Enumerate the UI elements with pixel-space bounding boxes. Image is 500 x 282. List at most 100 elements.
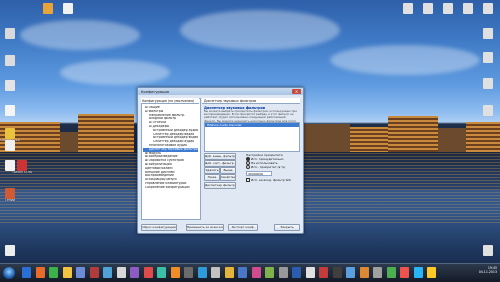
desktop-shortcut-icon[interactable] xyxy=(0,80,20,91)
list-item[interactable]: ffdshow Audio Decoder xyxy=(205,123,299,127)
desktop-shortcut-icon[interactable] xyxy=(58,3,78,14)
shortcut-glyph-icon xyxy=(5,128,15,139)
taskbar-app-icon[interactable] xyxy=(346,267,355,278)
priority-value-field[interactable]: 40000000 xyxy=(246,171,272,176)
taskbar-app-icon[interactable] xyxy=(278,267,288,278)
taskbar-app-icon[interactable] xyxy=(143,267,153,278)
shortcut-glyph-icon xyxy=(5,105,15,116)
taskbar-app-icon[interactable] xyxy=(224,267,234,278)
taskbar-app-icon[interactable] xyxy=(22,267,31,278)
taskbar-app-icon[interactable] xyxy=(184,267,193,278)
cloud xyxy=(330,45,480,75)
shortcut-glyph-icon xyxy=(5,55,15,66)
desktop-shortcut-icon[interactable] xyxy=(398,3,418,14)
desktop-shortcut-icon[interactable]: TAMUS CORAZO... xyxy=(12,160,32,175)
close-icon[interactable]: ✕ xyxy=(292,89,301,94)
move-up-button[interactable]: Выше xyxy=(220,167,236,174)
taskbar-app-icon[interactable] xyxy=(292,267,301,278)
taskbar-app-icon[interactable] xyxy=(49,267,58,278)
shortcut-glyph-icon xyxy=(483,78,493,89)
desktop-shortcut-icon[interactable] xyxy=(0,55,20,66)
taskbar-app-icon[interactable] xyxy=(413,267,423,278)
shortcut-glyph-icon xyxy=(463,3,473,14)
delete-button[interactable]: Удалить xyxy=(204,167,220,174)
taskbar: 19:45 04.11.2013 xyxy=(0,263,500,282)
shortcut-glyph-icon xyxy=(483,52,493,63)
desktop-shortcut-icon[interactable] xyxy=(38,3,58,14)
taskbar-app-icon[interactable] xyxy=(400,267,409,278)
radio-icon xyxy=(246,165,250,169)
move-down-button[interactable]: Ниже xyxy=(204,174,220,181)
building xyxy=(350,127,390,152)
taskbar-app-icon[interactable] xyxy=(265,267,274,278)
desktop-shortcut-icon[interactable] xyxy=(0,245,20,256)
shortcut-glyph-icon xyxy=(17,160,27,171)
shortcut-glyph-icon xyxy=(63,3,73,14)
taskbar-app-icon[interactable] xyxy=(305,267,315,278)
desktop-shortcut-icon[interactable] xyxy=(478,105,498,116)
desktop-shortcut-icon[interactable] xyxy=(418,3,438,14)
taskbar-app-icon[interactable] xyxy=(103,267,112,278)
checkbox-icon xyxy=(246,178,250,182)
shortcut-label: Гении xyxy=(4,199,16,202)
desktop-shortcut-icon[interactable] xyxy=(0,105,20,116)
taskbar-app-icon[interactable] xyxy=(427,267,436,278)
add-external-filter-button[interactable]: Доб. внеш. фильтр... xyxy=(204,153,236,160)
taskbar-app-icon[interactable] xyxy=(76,267,85,278)
shortcut-glyph-icon xyxy=(443,3,453,14)
building xyxy=(388,116,438,152)
checkbox-label: Исп. на вход. фильтр Win xyxy=(251,178,292,182)
close-button[interactable]: Закрыть xyxy=(274,224,300,231)
properties-button[interactable]: Свойства xyxy=(220,174,236,181)
filter-manager-panel: Диспетчер звуковых фильтров Диспетчер зв… xyxy=(202,98,300,218)
taskbar-app-icon[interactable] xyxy=(386,267,396,278)
tree-item[interactable]: Сохранение конфигурации xyxy=(143,186,198,190)
taskbar-app-icon[interactable] xyxy=(116,267,126,278)
shortcut-glyph-icon xyxy=(5,80,15,91)
configuration-window[interactable]: Конфигурация ✕ Конфигурация (по умолчани… xyxy=(137,87,304,234)
system-clock[interactable]: 19:45 04.11.2013 xyxy=(479,266,497,274)
reset-config-button[interactable]: Сброс конфигурации xyxy=(141,224,177,231)
desktop-shortcut-icon[interactable] xyxy=(0,140,20,151)
priority-group: Настройки приоритета Исп. принудительно … xyxy=(246,153,296,169)
desktop-shortcut-icon[interactable] xyxy=(478,3,498,14)
taskbar-app-icon[interactable] xyxy=(35,267,45,278)
filter-list[interactable]: ffdshow Audio Decoder xyxy=(204,122,300,152)
priority-option-percent[interactable]: Исп., приоритет (в %) xyxy=(246,165,296,169)
desktop-shortcut-icon[interactable] xyxy=(478,52,498,63)
settings-tree[interactable]: ⊟ Общие ⊟ Фильтры Направление фильтр. Входн… xyxy=(143,106,198,190)
desktop-shortcut-icon[interactable]: Гении xyxy=(0,188,20,203)
config-preset-select[interactable]: Конфигурация (по умолчанию) xyxy=(141,98,199,104)
taskbar-app-icon[interactable] xyxy=(373,267,382,278)
win-filter-checkbox[interactable]: Исп. на вход. фильтр Win xyxy=(246,178,296,182)
building xyxy=(300,124,350,152)
taskbar-app-icon[interactable] xyxy=(359,267,369,278)
taskbar-app-icon[interactable] xyxy=(211,267,220,278)
export-config-button[interactable]: Экспорт конф. xyxy=(228,224,258,231)
filter-manager-button[interactable]: Диспетчер фильтров... xyxy=(204,182,236,189)
taskbar-app-icon[interactable] xyxy=(251,267,261,278)
dialog-footer: Сброс конфигурации Применить ко всем кон… xyxy=(138,222,303,232)
desktop-shortcut-icon[interactable] xyxy=(478,245,498,256)
cloud xyxy=(60,60,170,85)
taskbar-app-icon[interactable] xyxy=(130,267,139,278)
taskbar-app-icon[interactable] xyxy=(332,267,342,278)
apply-all-button[interactable]: Применить ко всем конф. xyxy=(186,224,224,231)
desktop-shortcut-icon[interactable] xyxy=(458,3,478,14)
add-system-filter-button[interactable]: Доб. сист. фильтр... xyxy=(204,160,236,167)
taskbar-app-icon[interactable] xyxy=(238,267,247,278)
desktop-shortcut-icon[interactable] xyxy=(438,3,458,14)
desktop-shortcut-icon[interactable] xyxy=(478,78,498,89)
desktop-shortcut-icon[interactable] xyxy=(0,28,20,39)
taskbar-app-icon[interactable] xyxy=(89,267,99,278)
taskbar-app-icon[interactable] xyxy=(157,267,166,278)
window-titlebar[interactable]: Конфигурация xyxy=(138,88,303,95)
taskbar-app-icon[interactable] xyxy=(62,267,72,278)
window-title: Конфигурация xyxy=(141,89,169,94)
taskbar-app-icon[interactable] xyxy=(170,267,180,278)
desktop-shortcut-icon[interactable] xyxy=(478,28,498,39)
taskbar-app-icon[interactable] xyxy=(197,267,207,278)
panel-title: Диспетчер звуковых фильтров xyxy=(202,98,300,104)
taskbar-app-icon[interactable] xyxy=(319,267,328,278)
start-button[interactable] xyxy=(3,267,15,279)
